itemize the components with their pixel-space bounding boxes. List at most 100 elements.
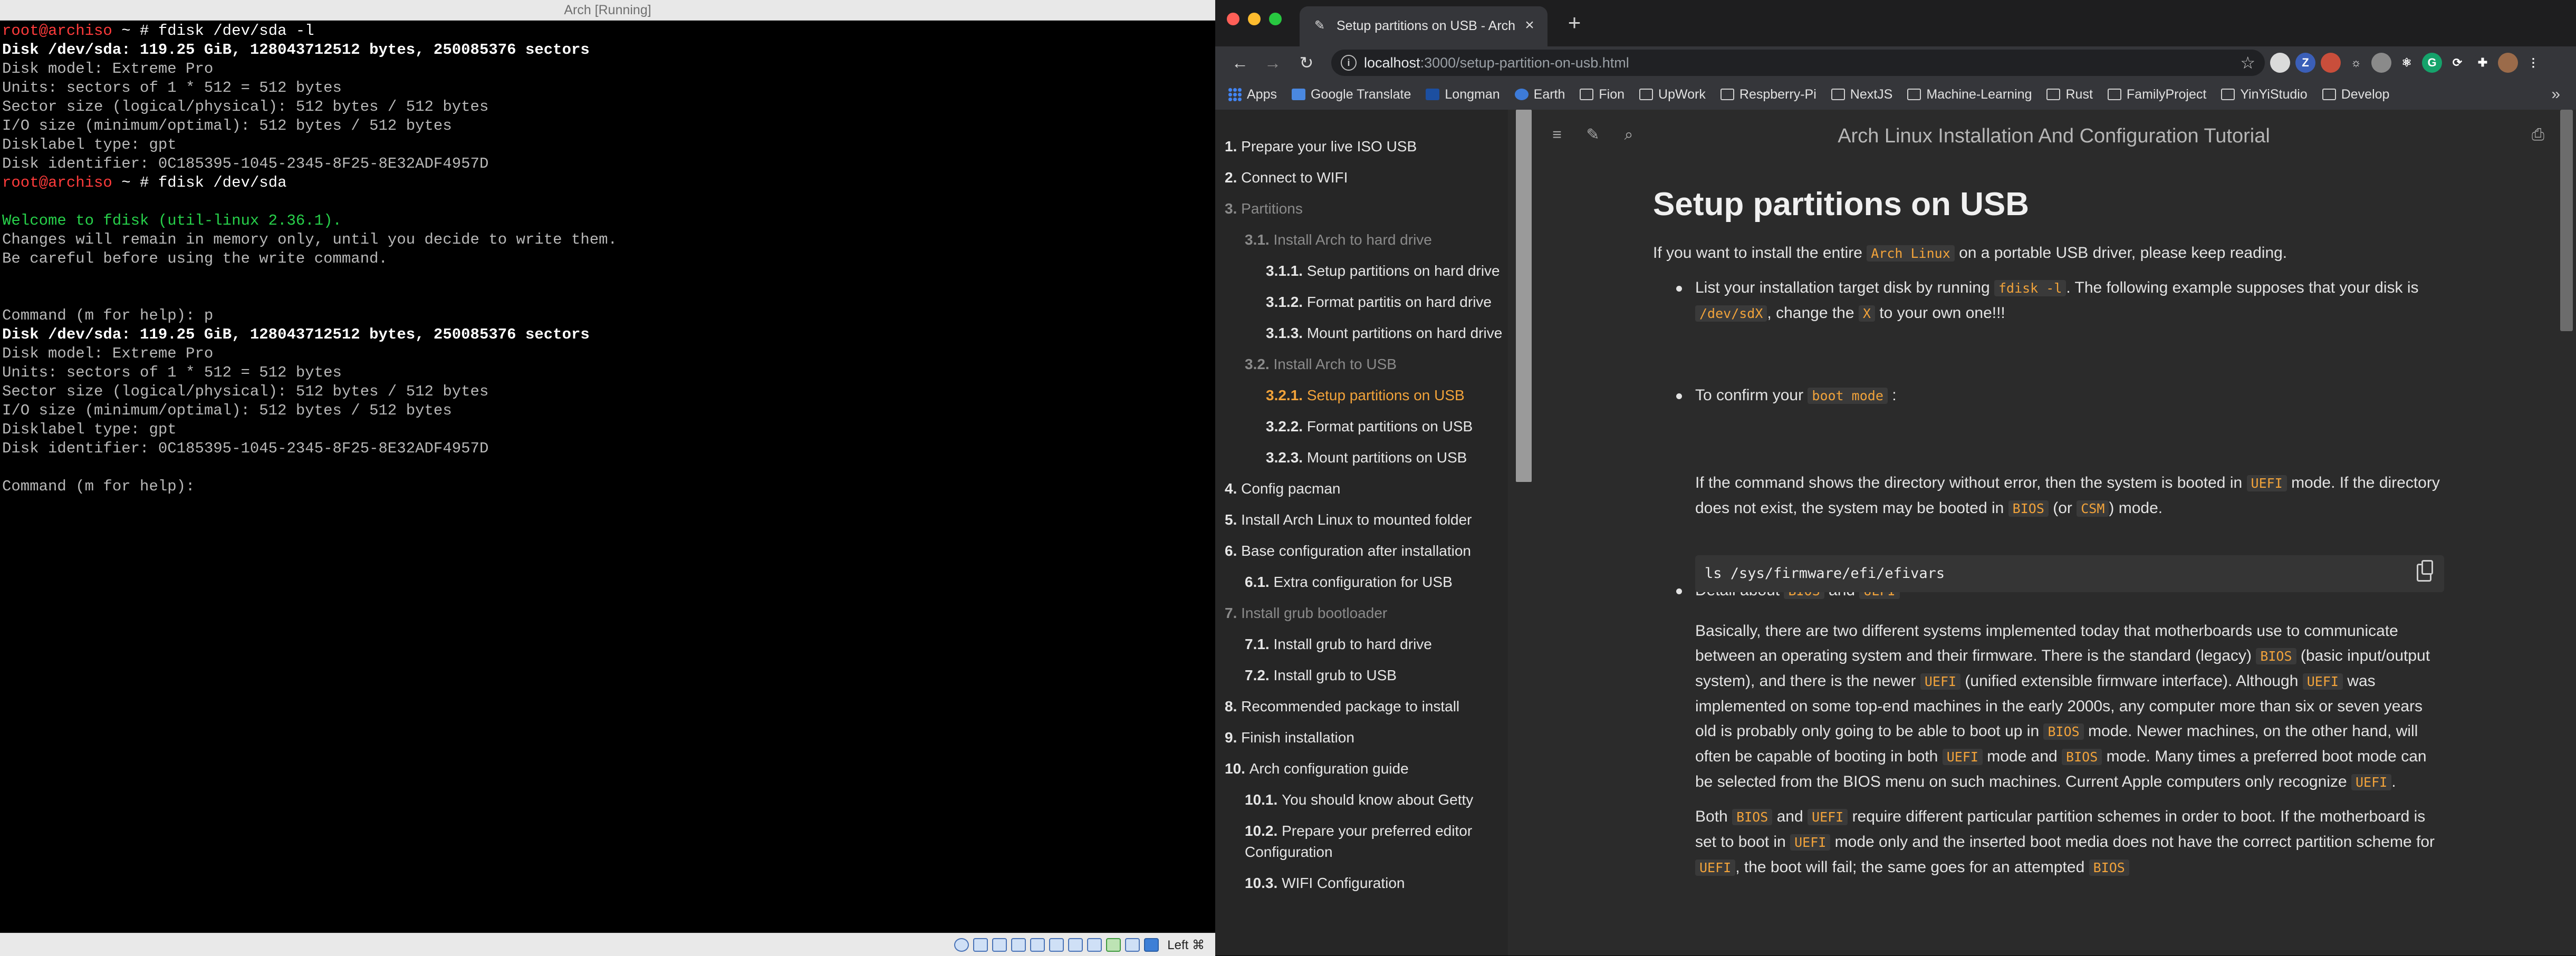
url-text[interactable]: localhost:3000/setup-partition-on-usb.ht… xyxy=(1364,50,1629,76)
toc-item[interactable]: 3.2.2. Format partitions on USB xyxy=(1225,416,1504,447)
bookmark-item[interactable]: FamilyProject xyxy=(2107,87,2206,102)
mouse-integration-icon[interactable] xyxy=(1125,938,1140,952)
bookmark-item[interactable]: Google Translate xyxy=(1291,87,1411,102)
shared-folder-icon[interactable] xyxy=(1049,938,1064,952)
toc-item[interactable]: 3.1. Install Arch to hard drive xyxy=(1225,229,1504,260)
forward-icon[interactable]: → xyxy=(1261,51,1285,75)
maximize-window-button[interactable] xyxy=(1269,13,1282,25)
toc-item[interactable]: 4. Config pacman xyxy=(1225,478,1504,509)
tab-active[interactable]: ✎ Setup partitions on USB - Arch Linux × xyxy=(1300,6,1547,46)
circle-icon[interactable] xyxy=(2371,53,2391,73)
bookmark-item[interactable]: Rust xyxy=(2046,87,2093,102)
bookmark-item[interactable]: Fion xyxy=(1580,87,1625,102)
terminal-console[interactable]: root@archiso ~ # fdisk /dev/sda -l Disk /… xyxy=(0,22,1215,933)
toc-item[interactable]: 7.2. Install grub to USB xyxy=(1225,665,1504,696)
display-icon[interactable] xyxy=(1068,938,1083,952)
toc-item[interactable]: 3. Partitions xyxy=(1225,198,1504,229)
bookmark-item[interactable]: Earth xyxy=(1514,87,1565,102)
info-icon[interactable]: i xyxy=(1341,55,1357,71)
toc-item[interactable]: 7. Install grub bootloader xyxy=(1225,603,1504,634)
toc-item[interactable]: 8. Recommended package to install xyxy=(1225,696,1504,727)
network-icon[interactable] xyxy=(1011,938,1026,952)
toc-item[interactable]: 1. Prepare your live ISO USB xyxy=(1225,136,1504,167)
zotero-icon[interactable]: Z xyxy=(2295,53,2315,73)
optical-drive-icon[interactable] xyxy=(973,938,988,952)
bookmark-item[interactable]: Develop xyxy=(2322,86,2390,102)
bookmark-item[interactable]: NextJS xyxy=(1831,87,1892,102)
page-heading: Setup partitions on USB xyxy=(1653,186,2029,223)
inline-code: BIOS xyxy=(2062,749,2102,765)
toc-label: Arch configuration guide xyxy=(1249,760,1409,777)
toc-item[interactable]: 2. Connect to WIFI xyxy=(1225,167,1504,198)
toc-item[interactable]: 10. Arch configuration guide xyxy=(1225,758,1504,789)
toc-item[interactable]: 3.1.3. Mount partitions on hard drive xyxy=(1225,323,1504,354)
cpu-icon[interactable] xyxy=(1106,938,1121,952)
toc-item[interactable]: 3.1.1. Setup partitions on hard drive xyxy=(1225,260,1504,292)
toc-item[interactable]: 6.1. Extra configuration for USB xyxy=(1225,572,1504,603)
menu-icon[interactable]: ≡ xyxy=(1546,124,1568,146)
usb-icon[interactable] xyxy=(1030,938,1045,952)
puzzle-icon[interactable]: ✚ xyxy=(2473,53,2493,73)
terminal-line: Units: sectors of 1 * 512 = 512 bytes xyxy=(2,79,342,96)
bios-uefi-paragraph-2: Both BIOS and UEFI require different par… xyxy=(1695,808,2435,876)
folder-icon xyxy=(1907,89,1921,100)
bookmark-item[interactable]: UpWork xyxy=(1639,87,1706,102)
toc-item[interactable]: 10.2. Prepare your preferred editor Conf… xyxy=(1225,820,1504,873)
print-icon[interactable]: ⎙ xyxy=(2527,124,2549,146)
audio-icon[interactable] xyxy=(992,938,1007,952)
content-scrollbar[interactable] xyxy=(2560,110,2573,331)
close-window-button[interactable] xyxy=(1227,13,1239,25)
vm-status-icons: Left ⌘ xyxy=(954,936,1205,953)
search-icon[interactable]: ⌕ xyxy=(1618,124,1639,146)
toc-item[interactable]: 10.3. WIFI Configuration xyxy=(1225,873,1504,904)
sun-icon[interactable]: ☼ xyxy=(2346,53,2366,73)
bookmark-label: Develop xyxy=(2341,86,2390,102)
back-icon[interactable]: ← xyxy=(1228,51,1252,75)
bookmark-item[interactable]: YinYiStudio xyxy=(2221,87,2308,102)
menu-dots-icon[interactable]: ⋮ xyxy=(2523,53,2543,73)
more-bookmarks-icon[interactable]: » xyxy=(2551,79,2560,110)
brush-icon[interactable]: ✎ xyxy=(1582,124,1603,146)
grammarly-icon[interactable]: G xyxy=(2422,53,2442,73)
toc-item[interactable]: 3.2.3. Mount partitions on USB xyxy=(1225,447,1504,478)
toc-item[interactable]: 9. Finish installation xyxy=(1225,727,1504,758)
toc-item[interactable]: 6. Base configuration after installation xyxy=(1225,540,1504,572)
close-icon[interactable]: × xyxy=(1520,16,1539,35)
bookmark-item[interactable]: Longman xyxy=(1426,87,1500,102)
toc-scrollbar[interactable] xyxy=(1516,110,1532,482)
doc-toolbar: Arch Linux Installation And Configuratio… xyxy=(1532,110,2576,162)
inline-code: BIOS xyxy=(2008,500,2049,517)
toc-number: 10.3. xyxy=(1245,875,1282,891)
toc-item[interactable]: 3.2. Install Arch to USB xyxy=(1225,354,1504,385)
tampermonkey-icon[interactable] xyxy=(2321,53,2341,73)
toc-item[interactable]: 3.2.1. Setup partitions on USB xyxy=(1225,385,1504,416)
profile-badge-icon[interactable] xyxy=(2270,53,2290,73)
toc-item[interactable]: 5. Install Arch Linux to mounted folder xyxy=(1225,509,1504,540)
address-bar[interactable]: i localhost:3000/setup-partition-on-usb.… xyxy=(1331,50,2265,76)
toc-item[interactable]: 10.1. You should know about Getty xyxy=(1225,789,1504,820)
refresh-icon[interactable]: ⟳ xyxy=(2447,53,2467,73)
toc-item[interactable]: 7.1. Install grub to hard drive xyxy=(1225,634,1504,665)
video-capture-icon[interactable] xyxy=(1087,938,1102,952)
arrow-down-icon[interactable] xyxy=(1144,938,1159,952)
reload-icon[interactable]: ↻ xyxy=(1294,51,1319,75)
toc-label: Setup partitions on USB xyxy=(1306,387,1465,403)
bookmark-item[interactable]: Apps xyxy=(1228,87,1277,102)
new-tab-button[interactable]: + xyxy=(1561,9,1588,36)
terminal-line: Sector size (logical/physical): 512 byte… xyxy=(2,98,489,115)
react-icon[interactable]: ⚛ xyxy=(2397,53,2417,73)
avatar-icon[interactable] xyxy=(2498,53,2518,73)
toc-label: Mount partitions on hard drive xyxy=(1306,325,1503,341)
hard-disk-icon[interactable] xyxy=(954,938,969,952)
terminal-line: Changes will remain in memory only, unti… xyxy=(2,231,617,248)
copy-icon[interactable] xyxy=(2417,560,2433,582)
toc-item[interactable]: 3.1.2. Format partitis on hard drive xyxy=(1225,292,1504,323)
bookmark-star-icon[interactable]: ☆ xyxy=(2240,50,2255,76)
toc-number: 6. xyxy=(1225,543,1242,559)
bookmark-label: UpWork xyxy=(1658,86,1706,102)
terminal-line: Command (m for help): p xyxy=(2,307,214,324)
bookmark-item[interactable]: Respberry-Pi xyxy=(1720,87,1816,102)
bookmark-item[interactable]: Machine-Learning xyxy=(1907,87,2032,102)
minimize-window-button[interactable] xyxy=(1248,13,1261,25)
folder-icon xyxy=(2322,89,2336,100)
